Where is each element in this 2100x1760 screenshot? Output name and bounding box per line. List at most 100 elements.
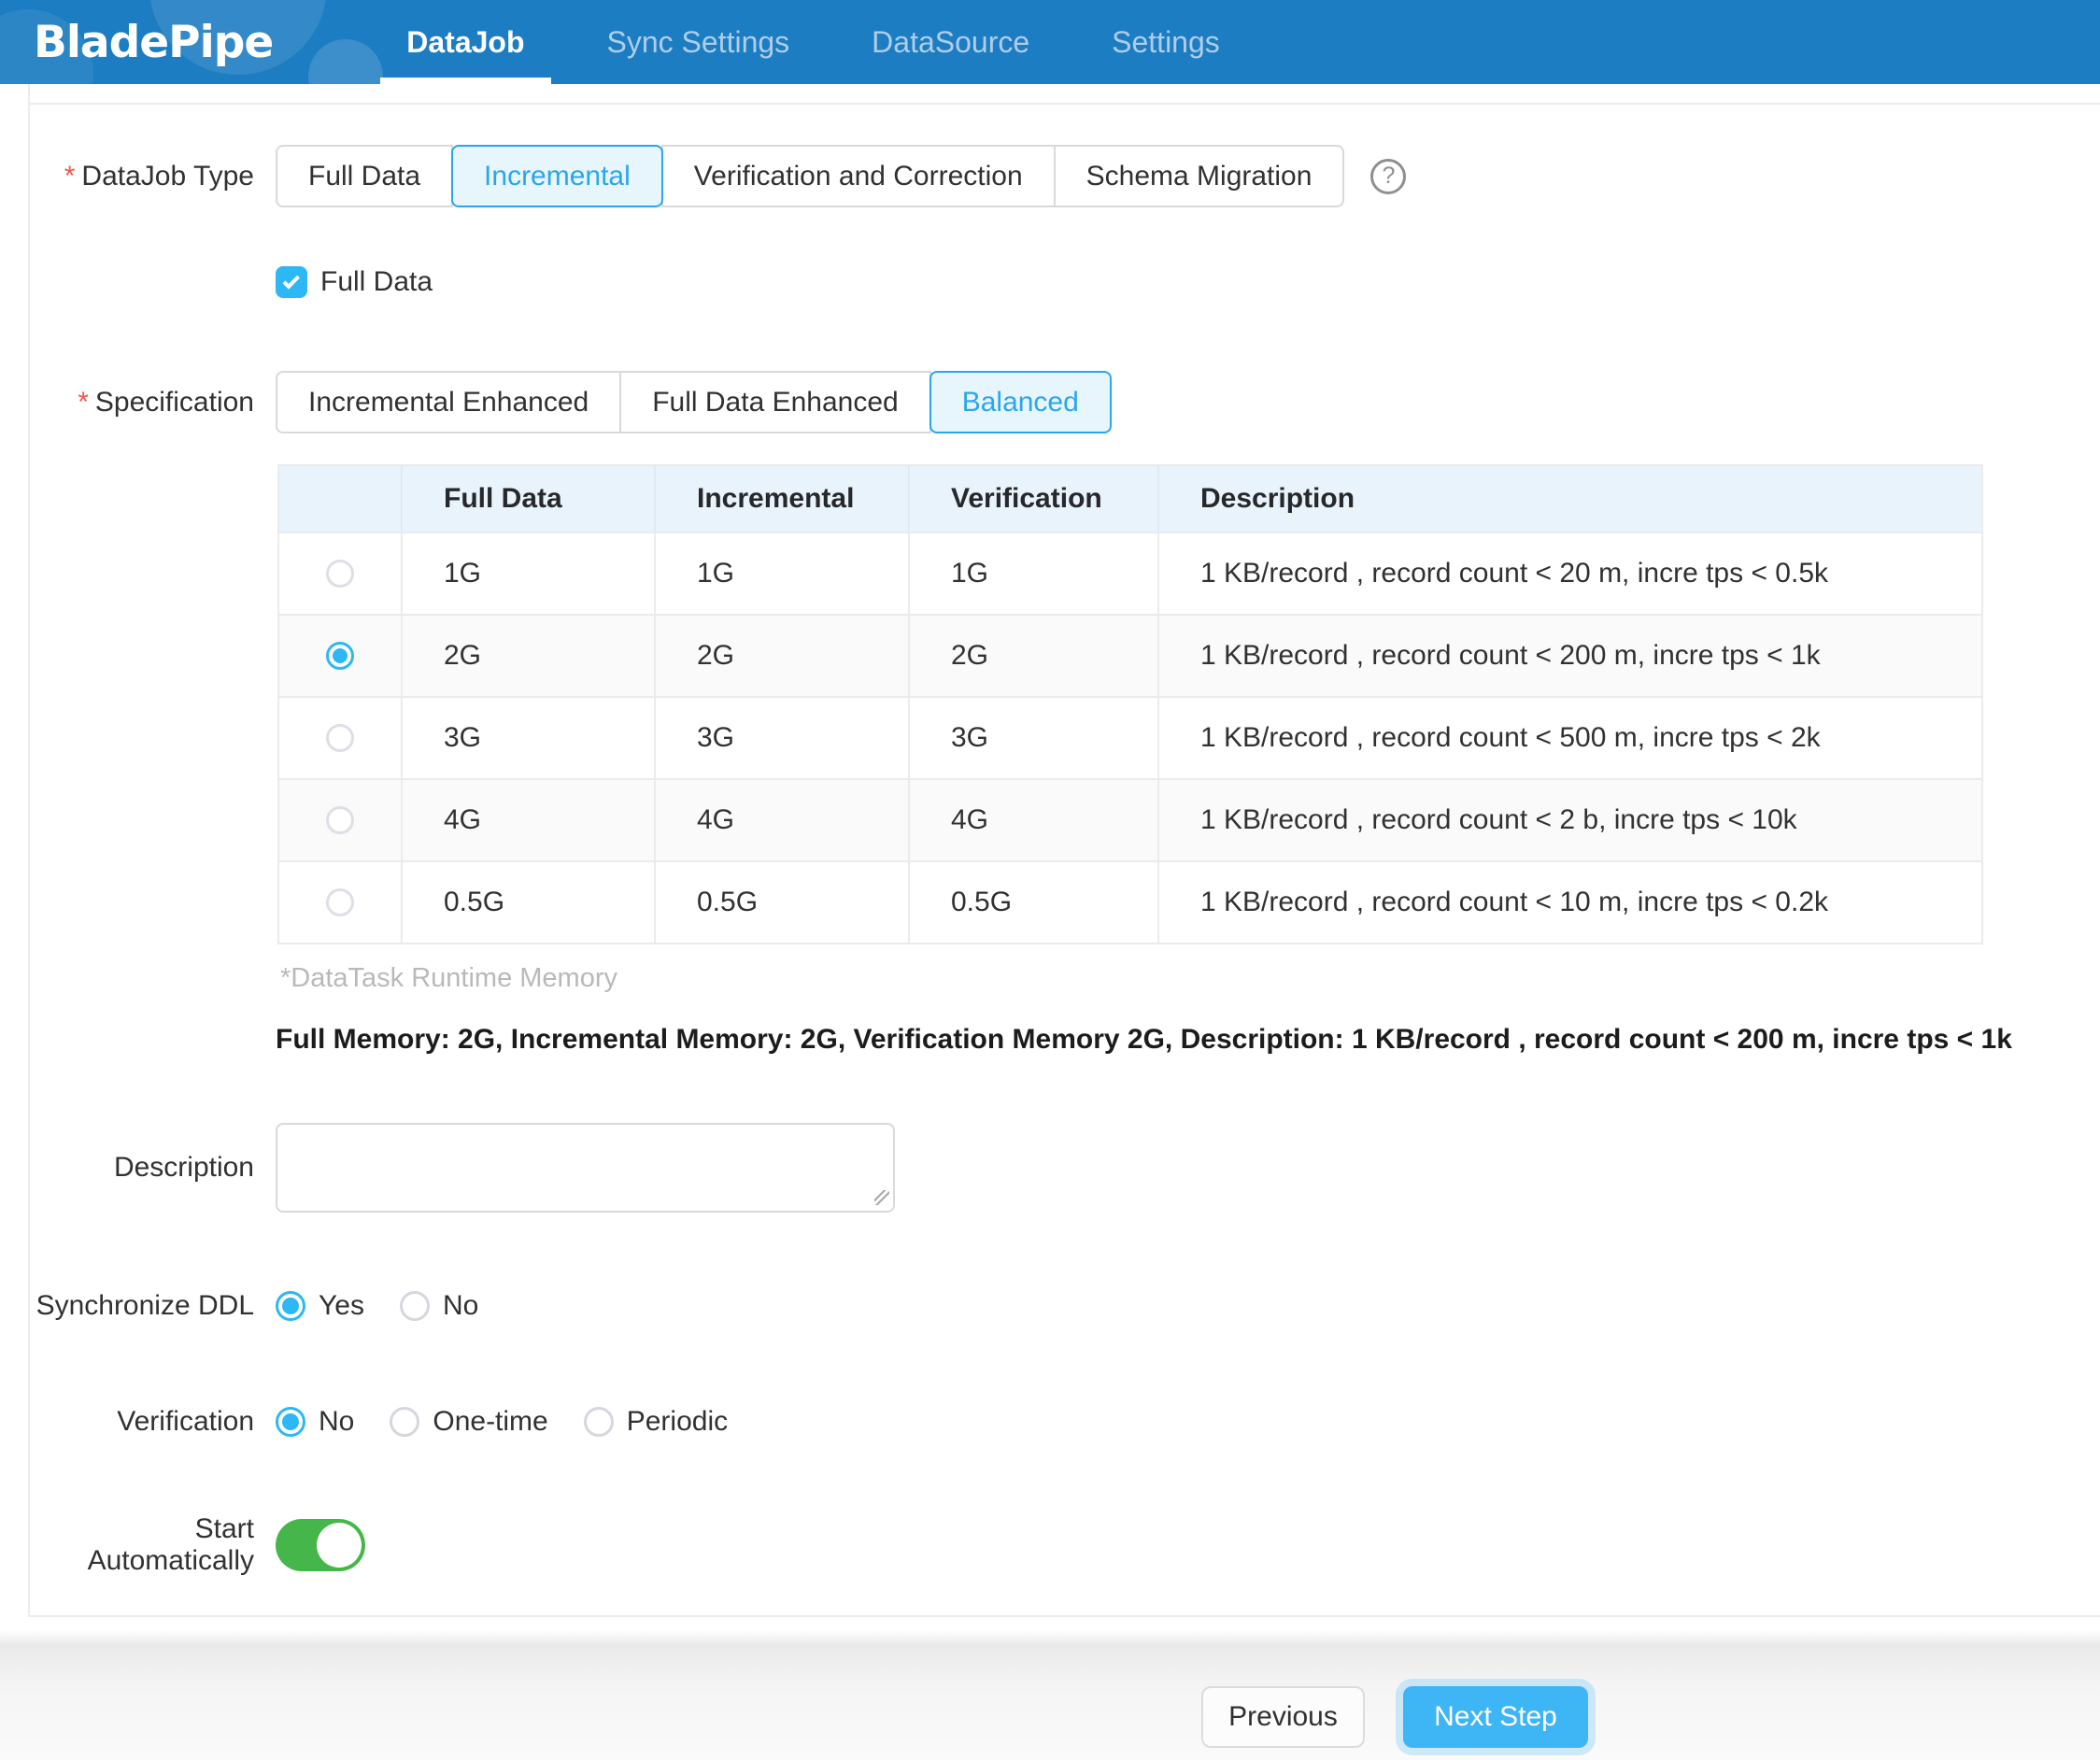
verification-no-label: No [319,1406,354,1438]
sync-ddl-option-yes[interactable]: Yes [276,1290,364,1322]
help-icon[interactable]: ? [1370,159,1406,194]
verification-option-no[interactable]: No [276,1406,354,1438]
row-radio-1g[interactable] [326,560,354,588]
table-row-selected: 2G 2G 2G 1 KB/record , record count < 20… [279,614,1981,696]
description-controls [276,1123,895,1213]
table-cell-full-data: 2G [401,616,654,696]
table-header-verification: Verification [908,466,1157,532]
table-header-row: Full Data Incremental Verification Descr… [279,466,1981,532]
table-cell-description: 1 KB/record , record count < 500 m, incr… [1157,698,1981,778]
table-cell-verification: 0.5G [908,862,1157,943]
required-asterisk: * [64,161,76,192]
radio-dot [406,1298,423,1314]
table-cell-incremental: 3G [654,698,908,778]
radio-dot [282,1413,299,1430]
nav-tab-settings-label: Settings [1112,25,1220,60]
verification-one-time-label: One-time [433,1406,547,1438]
previous-button[interactable]: Previous [1201,1686,1365,1748]
datajob-type-option-schema-migration[interactable]: Schema Migration [1054,145,1345,207]
table-cell-radio [279,698,401,778]
app-logo[interactable]: BladePipe [34,17,273,68]
datajob-type-label: *DataJob Type [30,161,254,192]
table-header-incremental: Incremental [654,466,908,532]
verification-label: Verification [30,1406,254,1438]
synchronize-ddl-row: Synchronize DDL Yes No [30,1289,2100,1323]
datajob-type-option-incremental[interactable]: Incremental [451,145,663,207]
verification-controls: No One-time Periodic [276,1406,763,1438]
radio-dot [333,566,348,581]
table-header-description: Description [1157,466,1981,532]
verification-row: Verification No One-time Periodic [30,1405,2100,1439]
full-data-checkbox-row: Full Data [30,263,2100,301]
table-cell-full-data: 0.5G [401,862,654,943]
help-icon-glyph: ? [1382,163,1395,190]
verification-option-periodic[interactable]: Periodic [584,1406,728,1438]
radio-icon [276,1407,305,1437]
nav-tab-sync-settings-label: Sync Settings [607,25,790,60]
next-step-button[interactable]: Next Step [1403,1686,1588,1748]
datajob-type-option-verification-and-correction[interactable]: Verification and Correction [661,145,1056,207]
logo-bubble-decoration [308,39,383,84]
table-row: 4G 4G 4G 1 KB/record , record count < 2 … [279,778,1981,860]
radio-dot [333,813,348,828]
start-automatically-row: Start Automatically [30,1519,2100,1571]
full-data-checkbox-label: Full Data [320,266,433,298]
specification-option-full-data-enhanced[interactable]: Full Data Enhanced [619,371,931,433]
table-row: 3G 3G 3G 1 KB/record , record count < 50… [279,696,1981,778]
synchronize-ddl-label: Synchronize DDL [30,1290,254,1322]
radio-icon [276,1291,305,1321]
description-textarea[interactable] [276,1123,895,1213]
verification-option-one-time[interactable]: One-time [390,1406,547,1438]
description-label: Description [30,1152,254,1184]
table-cell-verification: 1G [908,533,1157,614]
radio-dot [282,1298,299,1314]
full-data-checkbox-controls: Full Data [276,266,433,298]
table-cell-radio [279,780,401,860]
specification-row: *Specification Incremental Enhanced Full… [30,371,2100,433]
nav-tab-sync-settings[interactable]: Sync Settings [581,0,816,84]
table-cell-verification: 2G [908,616,1157,696]
required-asterisk: * [78,387,89,418]
row-radio-3g[interactable] [326,724,354,752]
table-cell-description: 1 KB/record , record count < 2 b, incre … [1157,780,1981,860]
table-row: 0.5G 0.5G 0.5G 1 KB/record , record coun… [279,860,1981,943]
row-radio-05g[interactable] [326,888,354,916]
sync-ddl-option-no[interactable]: No [400,1290,478,1322]
row-radio-4g[interactable] [326,806,354,834]
verification-periodic-label: Periodic [627,1406,728,1438]
radio-icon [400,1291,430,1321]
main-nav: DataJob Sync Settings DataSource Setting… [380,0,1276,84]
table-cell-verification: 3G [908,698,1157,778]
table-row: 1G 1G 1G 1 KB/record , record count < 20… [279,532,1981,614]
description-textarea-wrap [276,1123,895,1213]
nav-tab-datajob[interactable]: DataJob [380,0,550,84]
nav-tab-datasource[interactable]: DataSource [845,0,1056,84]
specification-label-text: Specification [95,387,254,418]
specification-option-incremental-enhanced[interactable]: Incremental Enhanced [276,371,621,433]
table-cell-description: 1 KB/record , record count < 20 m, incre… [1157,533,1981,614]
row-radio-2g[interactable] [326,642,354,670]
start-automatically-toggle[interactable] [276,1519,365,1571]
full-data-checkbox[interactable] [276,266,307,298]
specification-option-balanced[interactable]: Balanced [929,371,1112,433]
radio-dot [333,648,348,663]
radio-dot [333,731,348,745]
selection-summary: Full Memory: 2G, Incremental Memory: 2G,… [276,1024,2012,1056]
radio-dot [396,1413,413,1430]
top-navbar: BladePipe DataJob Sync Settings DataSour… [0,0,2100,84]
sync-ddl-yes-label: Yes [319,1290,364,1322]
radio-dot [590,1413,607,1430]
table-cell-description: 1 KB/record , record count < 200 m, incr… [1157,616,1981,696]
specification-label: *Specification [30,387,254,419]
table-cell-incremental: 4G [654,780,908,860]
table-cell-description: 1 KB/record , record count < 10 m, incre… [1157,862,1981,943]
wizard-footer: Previous Next Step [0,1617,2100,1760]
specification-button-group: Incremental Enhanced Full Data Enhanced … [276,371,1112,433]
description-row: Description [30,1123,2100,1213]
table-header-radio [279,466,401,532]
table-cell-verification: 4G [908,780,1157,860]
datajob-type-option-full-data[interactable]: Full Data [276,145,453,207]
datajob-type-button-group: Full Data Incremental Verification and C… [276,145,1344,207]
nav-tab-settings[interactable]: Settings [1085,0,1246,84]
table-cell-full-data: 4G [401,780,654,860]
